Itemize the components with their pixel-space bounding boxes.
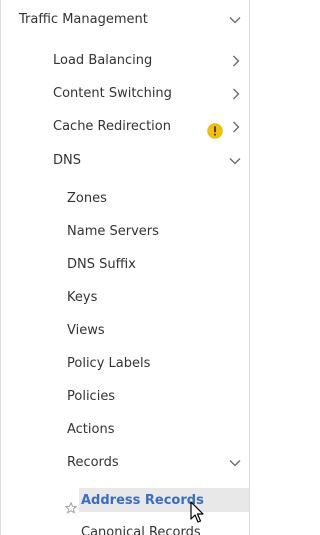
nav-subitem-address-records[interactable]: Address Records xyxy=(1,484,249,517)
nav-subitem-policies[interactable]: Policies xyxy=(1,380,249,413)
nav-subitem-label: Name Servers xyxy=(67,224,159,239)
nav-item-load-balancing[interactable]: Load Balancing xyxy=(1,44,249,77)
star-icon[interactable] xyxy=(64,494,78,514)
nav-subitem-label: Records xyxy=(67,455,119,470)
chevron-down-icon[interactable] xyxy=(228,13,242,27)
nav-subitem-policy-labels[interactable]: Policy Labels xyxy=(1,347,249,380)
nav-item-content-switching[interactable]: Content Switching xyxy=(1,77,249,110)
nav-item-label: Content Switching xyxy=(53,86,172,101)
nav-subitem-name-servers[interactable]: Name Servers xyxy=(1,215,249,248)
nav-subitem-dns-suffix[interactable]: DNS Suffix xyxy=(1,248,249,281)
nav-subitem-records[interactable]: Records xyxy=(1,446,249,479)
nav-subitem-label: Keys xyxy=(67,290,98,305)
chevron-right-icon xyxy=(229,120,243,134)
nav-item-dns[interactable]: DNS xyxy=(1,144,249,177)
nav-item-label: DNS xyxy=(53,153,81,168)
nav-subitem-keys[interactable]: Keys xyxy=(1,281,249,314)
nav-subitem-canonical-records[interactable]: Canonical Records xyxy=(1,516,249,535)
nav-subitem-label: Views xyxy=(67,323,105,338)
nav-subitem-label: Actions xyxy=(67,422,115,437)
navigation-panel: Traffic Management Load Balancing Conten… xyxy=(0,0,251,535)
chevron-down-icon xyxy=(228,154,242,168)
chevron-right-icon xyxy=(229,54,243,68)
nav-subitem-label: Canonical Records xyxy=(81,525,201,535)
nav-item-cache-redirection[interactable]: Cache Redirection xyxy=(1,110,249,143)
nav-subitem-actions[interactable]: Actions xyxy=(1,413,249,446)
nav-subitem-zones[interactable]: Zones xyxy=(1,182,249,215)
nav-subitem-label: Zones xyxy=(67,191,107,206)
chevron-right-icon xyxy=(229,87,243,101)
mouse-cursor-icon xyxy=(190,501,206,525)
panel-right-border xyxy=(249,0,250,535)
nav-item-label: Cache Redirection xyxy=(53,119,171,134)
section-label: Traffic Management xyxy=(19,12,148,27)
chevron-down-icon xyxy=(228,456,242,470)
nav-item-label: Load Balancing xyxy=(53,53,153,68)
nav-subitem-label: DNS Suffix xyxy=(67,257,136,272)
section-traffic-management[interactable]: Traffic Management xyxy=(1,3,249,36)
nav-subitem-label: Policies xyxy=(67,389,116,404)
warning-icon[interactable] xyxy=(207,119,223,139)
nav-subitem-label: Address Records xyxy=(81,493,204,508)
nav-subitem-label: Policy Labels xyxy=(67,356,151,371)
nav-subitem-views[interactable]: Views xyxy=(1,314,249,347)
